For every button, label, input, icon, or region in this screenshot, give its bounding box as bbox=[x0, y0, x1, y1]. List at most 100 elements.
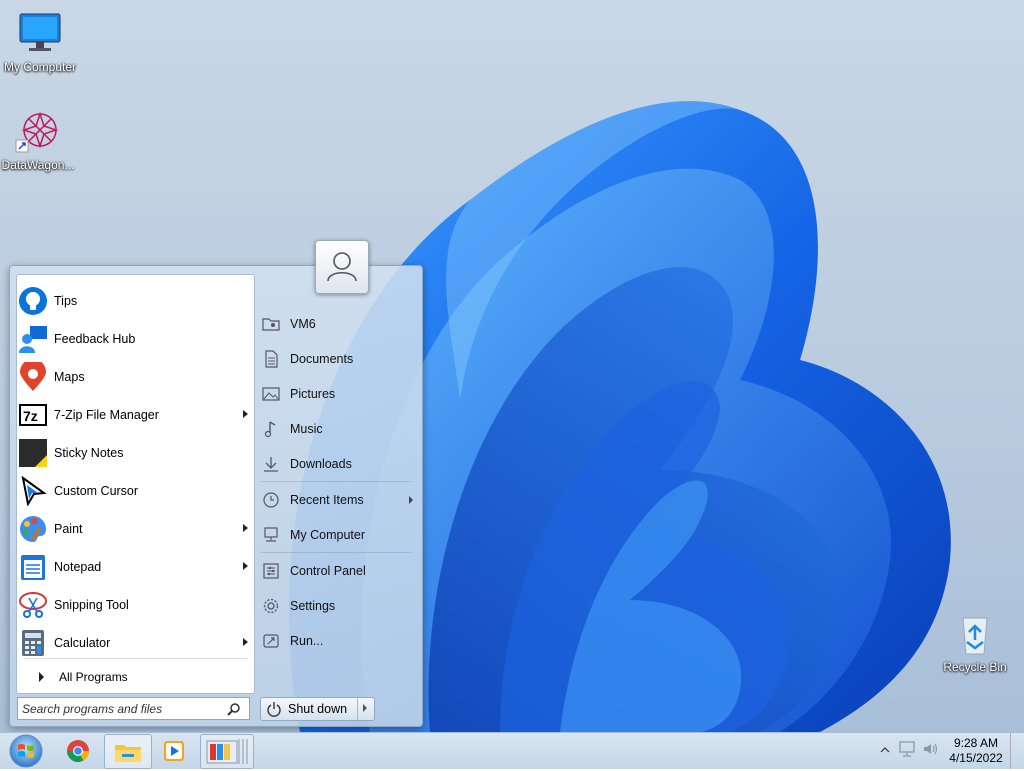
app-label: Maps bbox=[54, 370, 85, 384]
place-label: Downloads bbox=[290, 457, 352, 471]
search-input[interactable] bbox=[22, 700, 212, 717]
svg-text:7z: 7z bbox=[23, 408, 38, 424]
control-panel-icon bbox=[262, 562, 280, 580]
music-icon bbox=[262, 420, 280, 438]
taskbar-chrome[interactable] bbox=[56, 734, 100, 767]
search-icon[interactable] bbox=[227, 702, 241, 716]
chrome-icon bbox=[67, 740, 89, 762]
app-label: Tips bbox=[54, 294, 78, 308]
separator bbox=[23, 658, 248, 659]
place-item-documents[interactable]: Documents bbox=[259, 344, 419, 374]
place-label: Documents bbox=[290, 352, 354, 366]
separator bbox=[261, 481, 411, 482]
app-label: Paint bbox=[54, 522, 83, 536]
user-icon bbox=[327, 252, 357, 282]
app-item-sticky-notes[interactable]: Sticky Notes bbox=[17, 435, 254, 471]
7zip-icon: 7z bbox=[18, 400, 48, 430]
clock-date: 4/15/2022 bbox=[949, 751, 1003, 765]
run-icon bbox=[262, 632, 280, 650]
documents-icon bbox=[262, 350, 280, 368]
feedback-hub-icon bbox=[18, 324, 48, 354]
app-item-tips[interactable]: Tips bbox=[17, 283, 254, 319]
power-icon bbox=[266, 701, 282, 717]
clock-icon bbox=[262, 491, 280, 509]
place-item-control-panel[interactable]: Control Panel bbox=[259, 556, 419, 586]
clock-time: 9:28 AM bbox=[953, 736, 999, 750]
user-folder-icon bbox=[262, 315, 280, 333]
place-label: Run... bbox=[290, 634, 324, 648]
place-label: VM6 bbox=[290, 317, 316, 331]
start-menu: Tips Feedback Hub Maps 7z 7-Zip File Man… bbox=[9, 240, 423, 727]
taskbar: 9:28 AM 4/15/2022 bbox=[0, 732, 1024, 769]
submenu-arrow-icon bbox=[243, 524, 248, 532]
taskbar-clock[interactable]: 9:28 AM 4/15/2022 bbox=[944, 736, 1008, 766]
place-label: Settings bbox=[290, 599, 336, 613]
pictures-icon bbox=[262, 385, 280, 403]
shutdown-button[interactable]: Shut down bbox=[261, 698, 357, 720]
shutdown-label: Shut down bbox=[288, 702, 348, 716]
snipping-tool-icon bbox=[18, 590, 48, 620]
place-item-run[interactable]: Run... bbox=[259, 626, 419, 656]
place-item-settings[interactable]: Settings bbox=[259, 591, 419, 621]
shutdown-split-button: Shut down bbox=[260, 697, 375, 721]
sticky-notes-icon bbox=[18, 438, 48, 468]
network-icon[interactable] bbox=[898, 740, 918, 758]
app-item-custom-cursor[interactable]: Custom Cursor bbox=[17, 473, 254, 509]
desktop-icon-my-computer[interactable]: My Computer bbox=[0, 10, 80, 74]
show-desktop-button[interactable] bbox=[1010, 733, 1024, 769]
submenu-arrow-icon bbox=[243, 638, 248, 646]
place-item-vm6[interactable]: VM6 bbox=[259, 309, 419, 339]
app-item-paint[interactable]: Paint bbox=[17, 511, 254, 547]
place-item-pictures[interactable]: Pictures bbox=[259, 379, 419, 409]
maps-icon bbox=[18, 359, 48, 392]
app-item-notepad[interactable]: Notepad bbox=[17, 549, 254, 585]
taskbar-file-explorer[interactable] bbox=[104, 734, 152, 769]
app-label: Calculator bbox=[54, 636, 111, 650]
system-tray bbox=[878, 739, 942, 763]
place-item-my-computer[interactable]: My Computer bbox=[259, 520, 419, 550]
expand-arrow-icon bbox=[39, 672, 44, 682]
search-box[interactable] bbox=[17, 697, 250, 720]
app-label: Snipping Tool bbox=[54, 598, 129, 612]
place-item-music[interactable]: Music bbox=[259, 414, 419, 444]
app-label: Custom Cursor bbox=[54, 484, 139, 498]
place-label: Control Panel bbox=[290, 564, 366, 578]
place-label: Pictures bbox=[290, 387, 336, 401]
place-label: Recent Items bbox=[290, 493, 364, 507]
app-item-snipping-tool[interactable]: Snipping Tool bbox=[17, 587, 254, 623]
all-programs-button[interactable]: All Programs bbox=[17, 665, 254, 689]
app-item-feedback-hub[interactable]: Feedback Hub bbox=[17, 321, 254, 357]
window-stack-icon bbox=[206, 739, 248, 764]
user-avatar[interactable] bbox=[315, 240, 369, 294]
separator bbox=[261, 552, 411, 553]
app-item-calculator[interactable]: Calculator bbox=[17, 625, 254, 661]
taskbar-media-player[interactable] bbox=[154, 734, 194, 767]
app-item-7zip[interactable]: 7z 7-Zip File Manager bbox=[17, 397, 254, 433]
volume-icon[interactable] bbox=[922, 741, 940, 757]
submenu-arrow-icon bbox=[243, 410, 248, 418]
shutdown-options-arrow[interactable] bbox=[357, 698, 374, 720]
app-label: Notepad bbox=[54, 560, 102, 574]
start-button[interactable] bbox=[4, 734, 48, 768]
paint-icon bbox=[18, 514, 48, 544]
place-item-downloads[interactable]: Downloads bbox=[259, 449, 419, 479]
desktop-icon-label: My Computer bbox=[3, 60, 77, 74]
file-explorer-icon bbox=[115, 745, 141, 762]
desktop-icon-datawagon[interactable]: DataWagon... bbox=[0, 108, 78, 172]
windows-orb-icon bbox=[9, 734, 43, 768]
pinned-programs-pane: Tips Feedback Hub Maps 7z 7-Zip File Man… bbox=[16, 274, 255, 694]
app-label: 7-Zip File Manager bbox=[54, 408, 159, 422]
app-label: Sticky Notes bbox=[54, 446, 124, 460]
monitor-icon bbox=[16, 10, 64, 58]
recycle-bin-icon bbox=[951, 610, 999, 658]
calculator-icon bbox=[18, 628, 48, 658]
place-item-recent-items[interactable]: Recent Items bbox=[259, 485, 419, 515]
gear-icon bbox=[262, 597, 280, 615]
place-label: Music bbox=[290, 422, 323, 436]
app-item-maps[interactable]: Maps bbox=[17, 359, 254, 395]
desktop-icon-recycle-bin[interactable]: Recycle Bin bbox=[935, 610, 1015, 674]
notepad-icon bbox=[18, 552, 48, 582]
taskbar-window-stack[interactable] bbox=[200, 734, 254, 769]
all-programs-label: All Programs bbox=[59, 670, 128, 684]
show-hidden-icons-icon[interactable] bbox=[880, 744, 890, 754]
